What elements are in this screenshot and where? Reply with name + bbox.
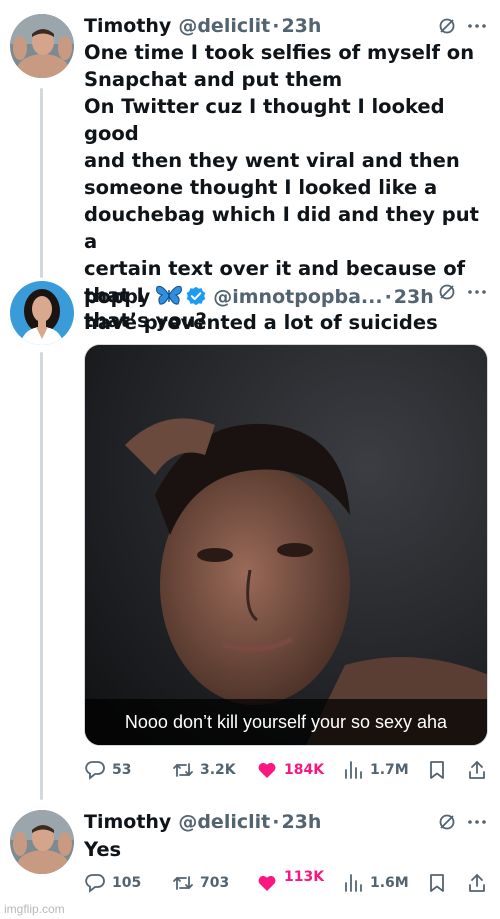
bookmark-icon: [430, 761, 444, 779]
bookmark-icon: [430, 874, 444, 892]
retweet-icon: [173, 763, 193, 777]
grok-icon[interactable]: [437, 282, 457, 302]
user-handle[interactable]: @deliclit: [178, 14, 270, 38]
user-handle[interactable]: @imnotpopba...: [213, 285, 382, 309]
bookmark-button[interactable]: [426, 868, 448, 898]
views-icon: [345, 761, 362, 779]
share-icon: [469, 761, 485, 779]
tweet-3-actions: 105 703 113K 1.6M: [84, 868, 488, 898]
grok-icon[interactable]: [437, 16, 457, 36]
thread-line-2: [40, 352, 43, 800]
like-count: 184K: [284, 762, 325, 778]
heart-icon: [258, 762, 276, 778]
tweet-media-image[interactable]: Nooo don’t kill yourself your so sexy ah…: [84, 344, 488, 746]
tweet-2-header: poppy @imnotpopba... · 23h: [84, 281, 434, 309]
tweet-1-header: Timothy @deliclit · 23h: [84, 14, 321, 38]
retweet-icon: [173, 876, 193, 890]
like-button[interactable]: 184K: [256, 755, 324, 785]
tweet-3-text: Yes: [84, 838, 122, 861]
timestamp[interactable]: 23h: [394, 285, 434, 309]
share-button[interactable]: [466, 755, 488, 785]
reply-icon: [85, 761, 105, 780]
butterfly-icon: [156, 284, 183, 306]
more-options-icon[interactable]: [467, 18, 487, 34]
like-button[interactable]: 113K: [256, 868, 324, 898]
bookmark-button[interactable]: [426, 755, 448, 785]
reply-icon: [85, 874, 105, 893]
views-count: 1.7M: [370, 762, 409, 778]
avatar-timothy[interactable]: [10, 810, 74, 874]
separator-dot: ·: [272, 811, 280, 833]
retweet-count: 703: [200, 875, 230, 891]
verified-badge-icon[interactable]: [186, 286, 206, 306]
display-name[interactable]: Timothy: [84, 14, 171, 38]
timestamp[interactable]: 23h: [281, 810, 321, 834]
avatar-timothy-image: [10, 810, 74, 874]
timestamp[interactable]: 23h: [281, 14, 321, 38]
avatar-poppy[interactable]: [10, 281, 74, 345]
tweet-2-text: that’s you?: [84, 309, 207, 332]
views-count: 1.6M: [370, 875, 409, 891]
caption-overlay: Nooo don’t kill yourself your so sexy ah…: [85, 699, 487, 745]
avatar-timothy[interactable]: [10, 14, 74, 78]
caption-text: Nooo don’t kill yourself your so sexy ah…: [124, 711, 448, 732]
views-button[interactable]: 1.7M: [342, 755, 409, 785]
thread-line-1: [40, 88, 43, 278]
reply-count: 53: [112, 762, 132, 778]
retweet-button[interactable]: 3.2K: [172, 755, 236, 785]
views-button[interactable]: 1.6M: [342, 868, 409, 898]
tweet-2-actions: 53 3.2K 184K 1.7M: [84, 755, 488, 785]
avatar-poppy-image: [10, 281, 74, 345]
more-options-icon[interactable]: [467, 284, 487, 300]
separator-dot: ·: [384, 286, 392, 308]
share-icon: [469, 874, 485, 892]
retweet-button[interactable]: 703: [172, 868, 229, 898]
avatar-timothy-image: [10, 14, 74, 78]
share-button[interactable]: [466, 868, 488, 898]
display-name[interactable]: Timothy: [84, 810, 171, 834]
selfie-photo: [85, 345, 487, 745]
retweet-count: 3.2K: [200, 762, 236, 778]
user-handle[interactable]: @deliclit: [178, 810, 270, 834]
reply-button[interactable]: 53: [84, 755, 131, 785]
views-icon: [345, 874, 362, 892]
separator-dot: ·: [272, 15, 280, 37]
heart-icon: [258, 875, 276, 891]
more-options-icon[interactable]: [467, 814, 487, 830]
imgflip-watermark: imgflip.com: [4, 902, 65, 916]
like-count: 113K: [284, 869, 325, 885]
grok-icon[interactable]: [437, 812, 457, 832]
display-name[interactable]: poppy: [84, 285, 150, 309]
reply-button[interactable]: 105: [84, 868, 141, 898]
reply-count: 105: [112, 875, 142, 891]
tweet-3-header: Timothy @deliclit · 23h: [84, 810, 321, 834]
